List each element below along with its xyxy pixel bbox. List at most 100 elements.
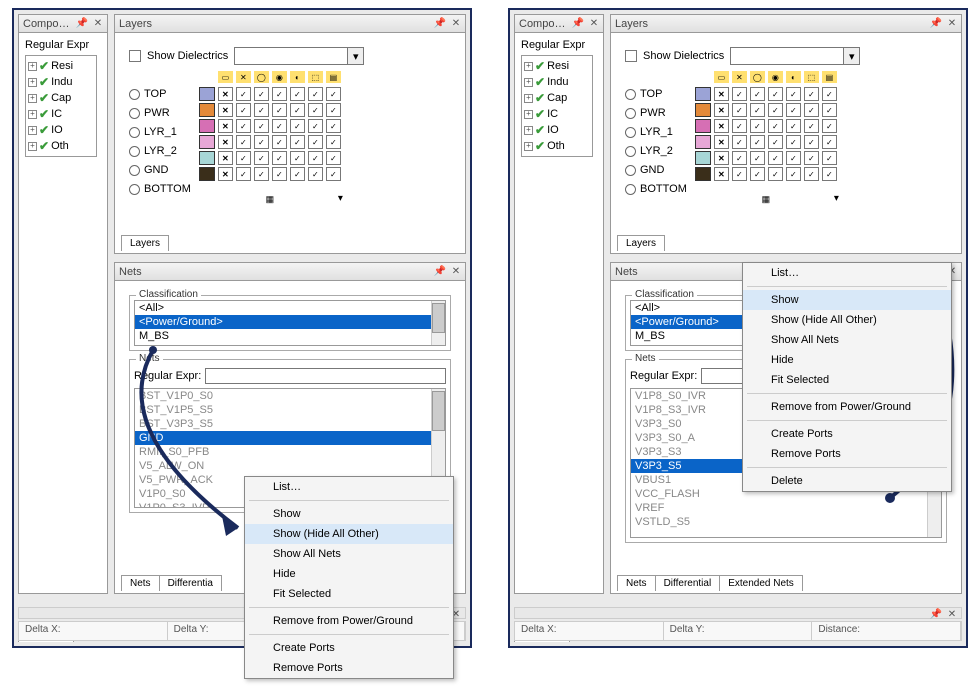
color-swatch[interactable] [695,119,711,133]
column-icon[interactable]: ✕ [236,71,251,83]
menu-item-fit[interactable]: Fit Selected [743,370,951,390]
color-swatch[interactable] [199,103,215,117]
visibility-checkbox[interactable] [236,103,251,117]
tree-item[interactable]: +✔Resi [28,58,94,74]
visibility-checkbox[interactable] [732,167,747,181]
menu-item-fit[interactable]: Fit Selected [245,584,453,604]
visibility-checkbox[interactable] [218,167,233,181]
expand-icon[interactable]: + [524,94,533,103]
close-icon[interactable]: ✕ [449,264,463,278]
visibility-checkbox[interactable] [326,151,341,165]
layers-header[interactable]: Layers 📌✕ [611,15,961,33]
visibility-checkbox[interactable] [768,151,783,165]
visibility-checkbox[interactable] [236,87,251,101]
menu-item-list[interactable]: List… [743,263,951,283]
layer-radio[interactable] [129,89,140,100]
tree-item[interactable]: +✔Cap [524,90,590,106]
close-icon[interactable]: ✕ [91,16,105,30]
close-icon[interactable]: ✕ [449,16,463,30]
column-icon[interactable]: ◐ [786,71,801,83]
column-icon[interactable]: ▤ [326,71,341,83]
layer-radio[interactable] [625,165,636,176]
expand-icon[interactable]: + [28,110,37,119]
color-swatch[interactable] [199,135,215,149]
visibility-checkbox[interactable] [822,87,837,101]
visibility-checkbox[interactable] [732,103,747,117]
visibility-checkbox[interactable] [714,135,729,149]
layer-row[interactable]: TOP [129,86,191,102]
regular-expr-input[interactable] [205,368,446,384]
visibility-checkbox[interactable] [732,151,747,165]
visibility-checkbox[interactable] [750,167,765,181]
color-swatch[interactable] [695,135,711,149]
visibility-checkbox[interactable] [218,87,233,101]
extended-nets-tab[interactable]: Extended Nets [720,575,803,591]
color-swatch[interactable] [695,103,711,117]
list-item[interactable]: RMII_S0_PFB [135,445,445,459]
expand-icon[interactable]: + [524,62,533,71]
nets-tab[interactable]: Nets [121,575,160,591]
visibility-checkbox[interactable] [254,103,269,117]
expand-icon[interactable]: + [524,78,533,87]
layer-row[interactable]: GND [625,162,687,178]
visibility-checkbox[interactable] [822,135,837,149]
visibility-checkbox[interactable] [786,135,801,149]
layer-row[interactable]: LYR_2 [129,143,191,159]
pin-icon[interactable]: 📌 [433,264,447,278]
layers-header[interactable]: Layers 📌 ✕ [115,15,465,33]
column-icon[interactable]: ◐ [290,71,305,83]
visibility-checkbox[interactable] [768,135,783,149]
visibility-checkbox[interactable] [804,119,819,133]
visibility-checkbox[interactable] [218,103,233,117]
visibility-checkbox[interactable] [308,167,323,181]
visibility-checkbox[interactable] [768,167,783,181]
expand-icon[interactable]: + [524,126,533,135]
list-item[interactable]: BST_V1P0_S0 [135,389,445,403]
expand-icon[interactable]: + [524,142,533,151]
visibility-checkbox[interactable] [822,167,837,181]
expand-icon[interactable]: + [28,142,37,151]
list-item[interactable]: GND [135,431,445,445]
visibility-checkbox[interactable] [714,119,729,133]
visibility-checkbox[interactable] [804,87,819,101]
visibility-checkbox[interactable] [272,167,287,181]
visibility-checkbox[interactable] [308,135,323,149]
visibility-checkbox[interactable] [786,151,801,165]
visibility-checkbox[interactable] [236,135,251,149]
visibility-checkbox[interactable] [272,87,287,101]
layer-row[interactable]: PWR [625,105,687,121]
column-icon[interactable]: ▤ [822,71,837,83]
visibility-checkbox[interactable] [786,119,801,133]
visibility-checkbox[interactable] [290,151,305,165]
menu-item-remove-ports[interactable]: Remove Ports [245,658,453,678]
menu-item-show-all[interactable]: Show All Nets [743,330,951,350]
color-swatch[interactable] [199,87,215,101]
visibility-checkbox[interactable] [714,103,729,117]
list-item[interactable]: V5_ALW_ON [135,459,445,473]
visibility-checkbox[interactable] [714,167,729,181]
visibility-checkbox[interactable] [804,167,819,181]
visibility-checkbox[interactable] [786,167,801,181]
visibility-checkbox[interactable] [768,103,783,117]
column-icon[interactable]: ⬚ [804,71,819,83]
layer-row[interactable]: LYR_1 [625,124,687,140]
list-item[interactable]: M_CK [135,343,445,346]
scrollbar[interactable] [431,301,445,345]
column-icon[interactable]: ▭ [714,71,729,83]
menu-item-remove-ports[interactable]: Remove Ports [743,444,951,464]
pin-icon[interactable]: 📌 [929,607,943,621]
layer-row[interactable]: BOTTOM [129,181,191,197]
list-item[interactable]: <Power/Ground> [135,315,445,329]
menu-item-hide[interactable]: Hide [245,564,453,584]
visibility-checkbox[interactable] [786,103,801,117]
layer-radio[interactable] [129,146,140,157]
color-swatch[interactable] [199,167,215,181]
visibility-checkbox[interactable] [308,119,323,133]
expand-icon[interactable]: + [28,78,37,87]
layer-radio[interactable] [625,127,636,138]
classification-listbox[interactable]: <All><Power/Ground>M_BSM_CK [134,300,446,346]
show-dielectrics-checkbox[interactable] [129,50,141,62]
nets-header[interactable]: Nets 📌 ✕ [115,263,465,281]
visibility-checkbox[interactable] [236,167,251,181]
column-icon[interactable]: ◉ [768,71,783,83]
